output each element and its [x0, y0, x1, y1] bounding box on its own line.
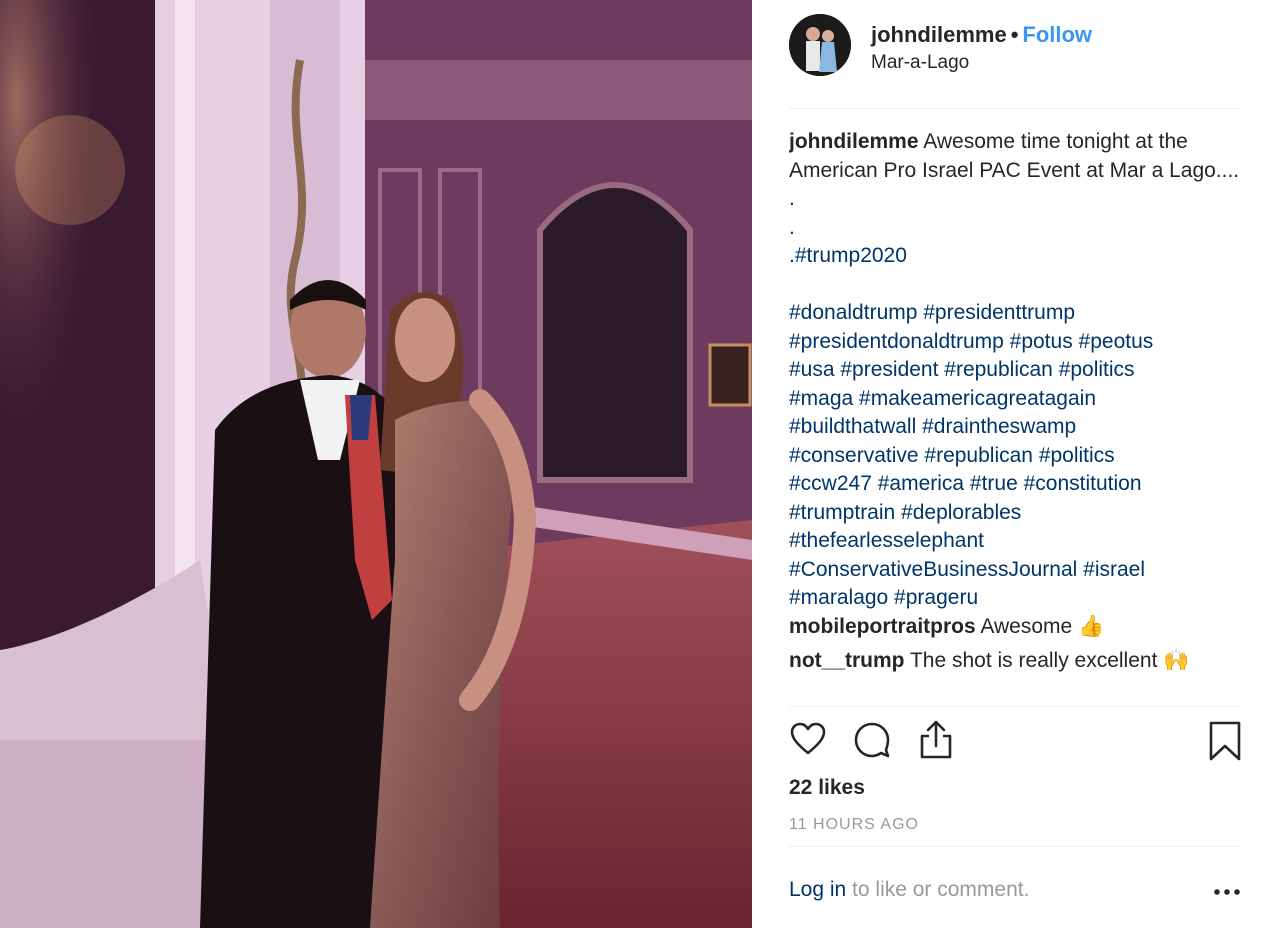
hashtag-line[interactable]: #trumptrain #deplorables — [789, 499, 1241, 528]
share-icon — [920, 720, 952, 759]
hashtag-line[interactable]: .#trump2020 — [789, 242, 1241, 271]
comment-bubble-icon — [854, 722, 890, 758]
header-separator: • — [1010, 22, 1019, 47]
caption-dot: . — [789, 187, 795, 210]
comment: not__trump The shot is really excellent … — [789, 647, 1241, 676]
hashtag-line[interactable]: #donaldtrump #presidenttrump — [789, 299, 1241, 328]
hashtag-line[interactable]: #conservative #republican #politics — [789, 442, 1241, 471]
hashtag-line[interactable]: #maralago #prageru — [789, 584, 1241, 613]
share-button[interactable] — [917, 720, 957, 764]
comment-text: Awesome 👍 — [980, 614, 1105, 638]
ellipsis-icon — [1214, 889, 1240, 895]
post-header: johndilemme • Follow Mar-a-Lago — [789, 14, 1241, 78]
comment-username[interactable]: mobileportraitpros — [789, 615, 976, 638]
divider — [789, 108, 1241, 109]
comment-text: The shot is really excellent 🙌 — [909, 649, 1190, 672]
action-bar — [789, 720, 1241, 768]
photo-illustration — [0, 0, 752, 928]
hashtag-line[interactable]: #ConservativeBusinessJournal #israel — [789, 556, 1241, 585]
save-button[interactable] — [1207, 720, 1247, 764]
header-username[interactable]: johndilemme — [871, 22, 1007, 47]
divider — [789, 846, 1241, 847]
avatar[interactable] — [789, 14, 851, 76]
caption-username[interactable]: johndilemme — [789, 130, 919, 153]
heart-icon — [790, 722, 826, 755]
login-prompt: Log in to like or comment. — [789, 878, 1029, 902]
hashtag-line[interactable]: #ccw247 #america #true #constitution — [789, 470, 1241, 499]
more-options-button[interactable] — [1212, 880, 1242, 904]
hashtag-line[interactable]: #thefearlesselephant — [789, 527, 1241, 556]
divider — [789, 706, 1241, 707]
post-details-panel: johndilemme • Follow Mar-a-Lago johndilemm… — [752, 0, 1276, 928]
like-button[interactable] — [789, 720, 829, 764]
login-prompt-text: to like or comment. — [846, 878, 1030, 901]
hashtag-line[interactable]: #maga #makeamericagreatagain — [789, 385, 1241, 414]
hashtag-line[interactable]: #presidentdonaldtrump #potus #peotus — [789, 328, 1241, 357]
hashtag-line[interactable]: #usa #president #republican #politics — [789, 356, 1241, 385]
caption-text-block: johndilemme Awesome time tonight at the … — [789, 128, 1241, 185]
caption-area[interactable]: johndilemme Awesome time tonight at the … — [789, 128, 1241, 700]
comment-button[interactable] — [853, 720, 893, 764]
follow-button[interactable]: Follow — [1022, 22, 1092, 47]
login-link[interactable]: Log in — [789, 878, 846, 901]
likes-count[interactable]: 22 likes — [789, 776, 865, 800]
hashtag-line[interactable]: #buildthatwall #draintheswamp — [789, 413, 1241, 442]
location-link[interactable]: Mar-a-Lago — [871, 52, 969, 74]
post-timestamp[interactable]: 11 HOURS AGO — [789, 816, 919, 834]
avatar-image — [789, 14, 851, 76]
caption-dot: . — [789, 215, 795, 239]
bookmark-icon — [1209, 721, 1241, 761]
comment: mobileportraitpros Awesome 👍 — [789, 613, 1241, 642]
comment-username[interactable]: not__trump — [789, 649, 905, 672]
post-photo[interactable] — [0, 0, 752, 928]
